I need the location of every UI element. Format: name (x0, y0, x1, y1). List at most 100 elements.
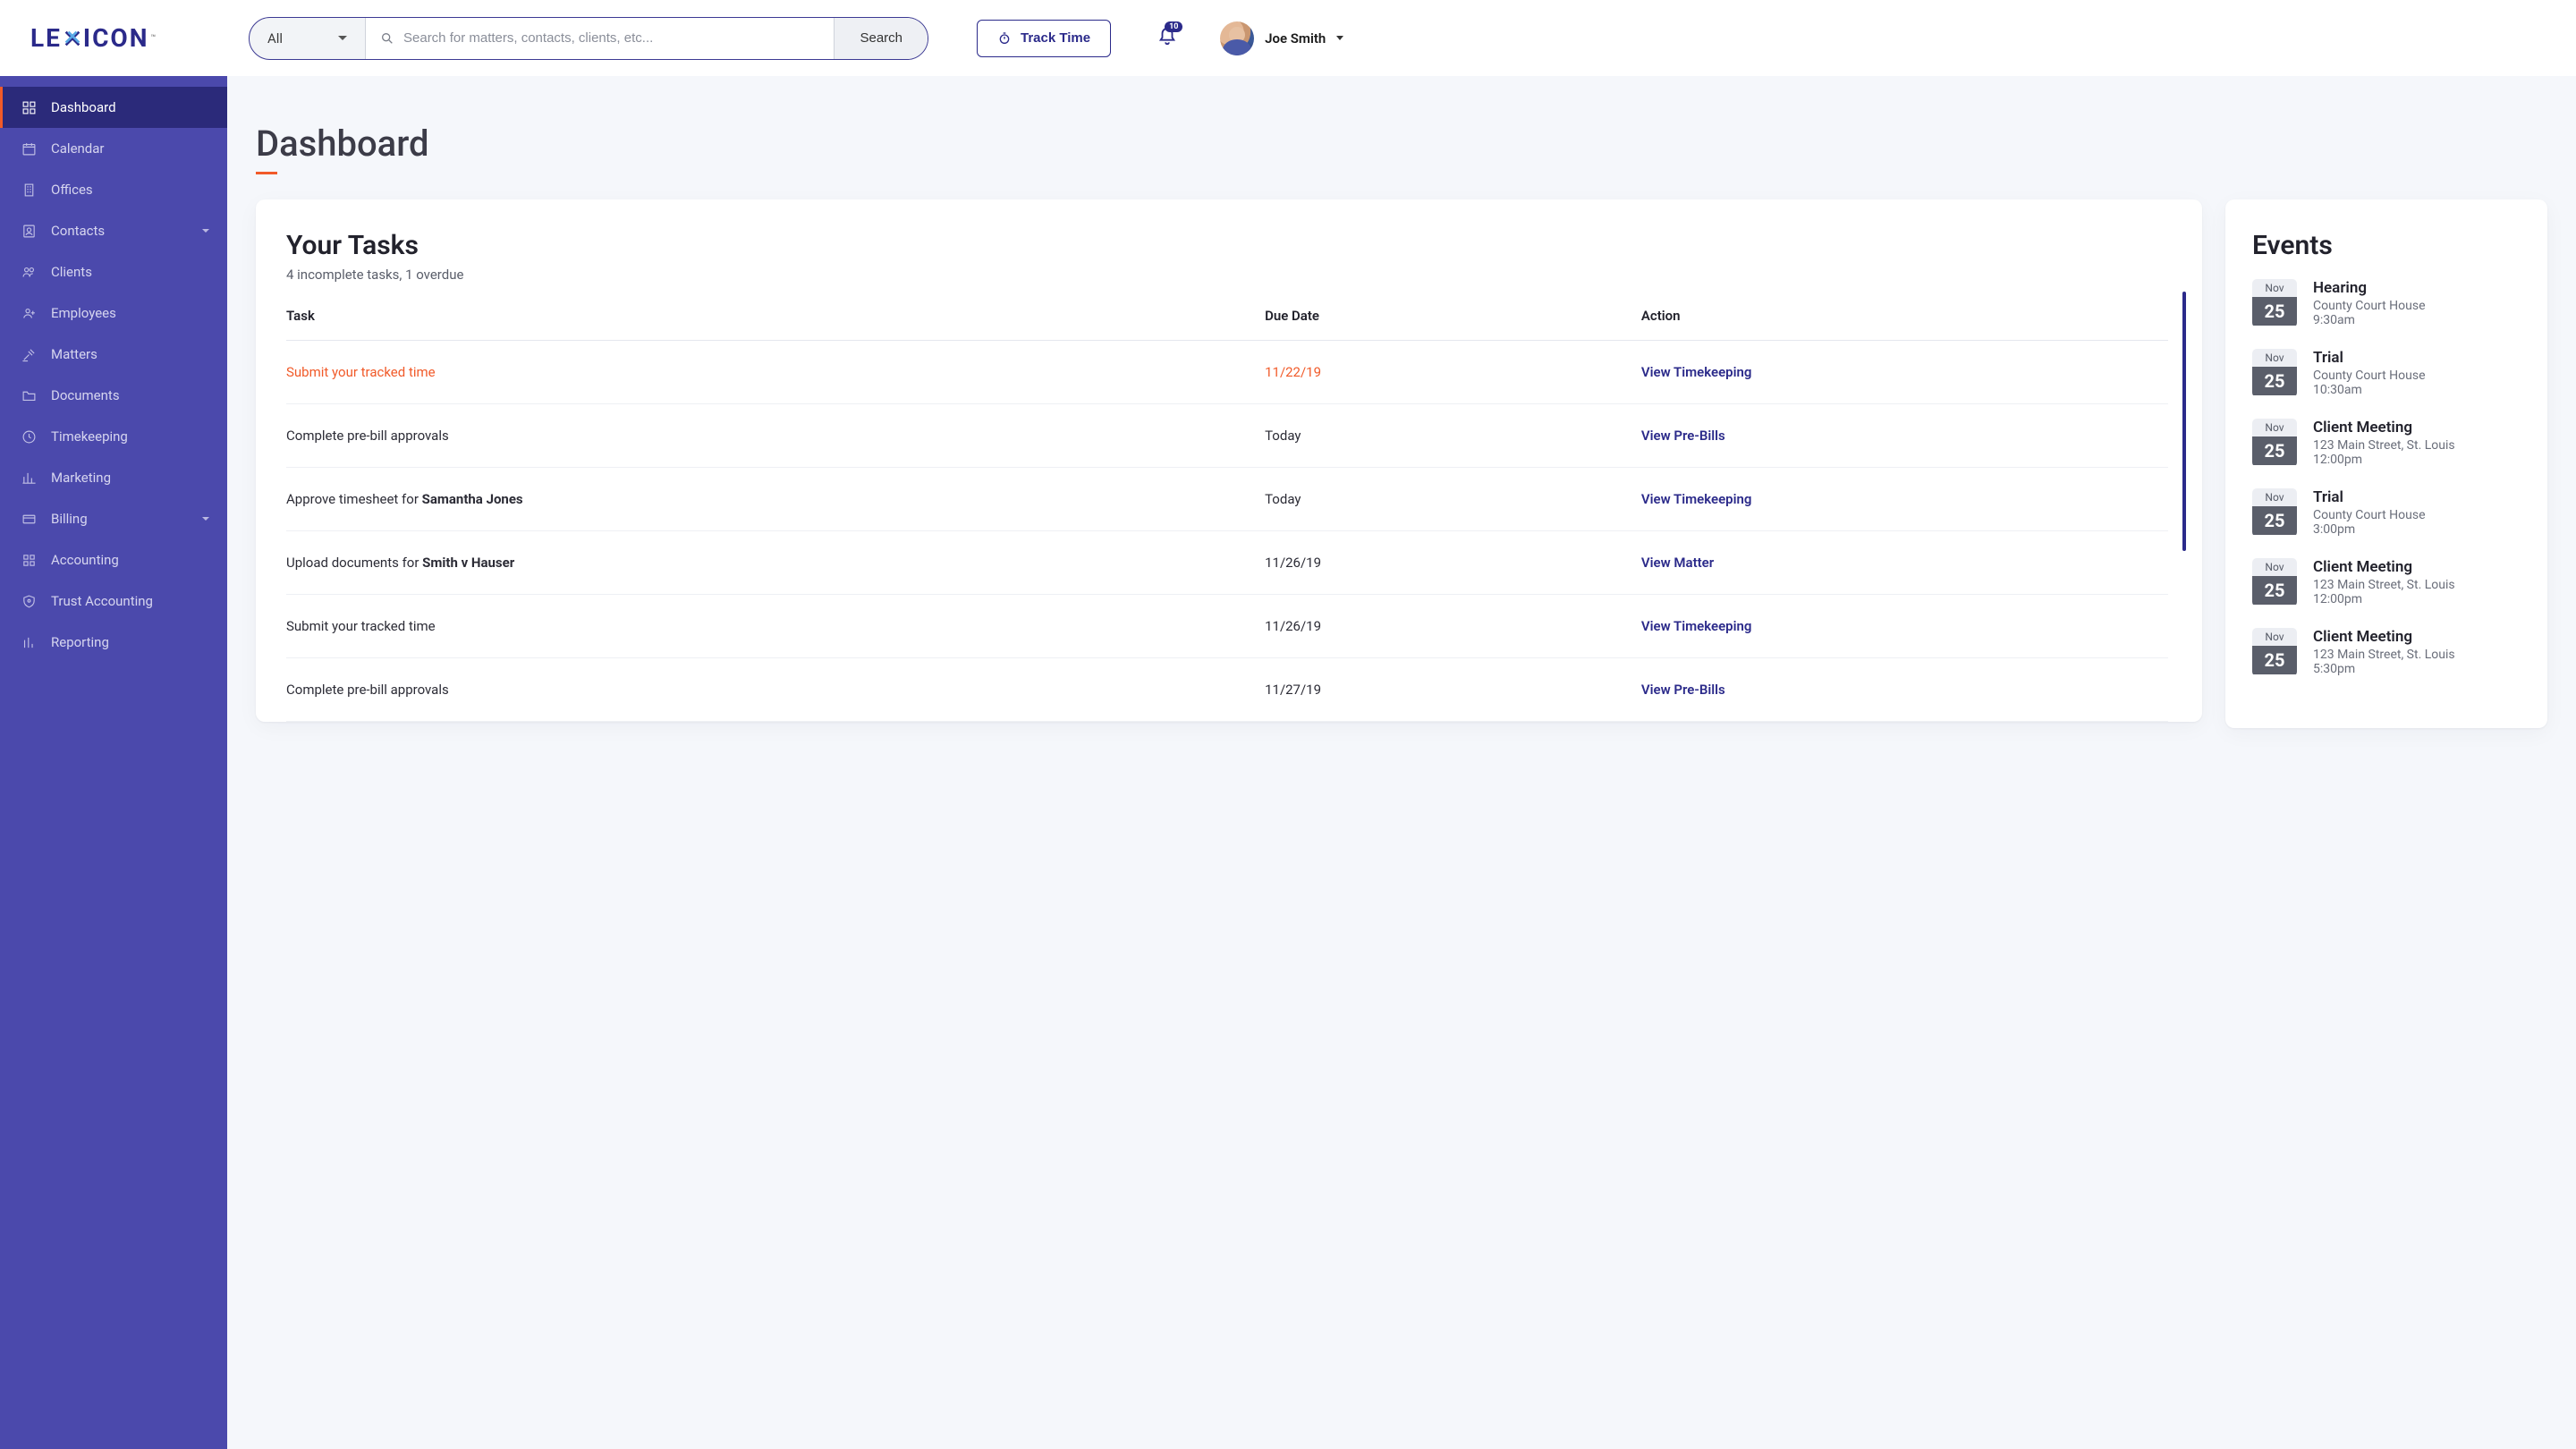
search-input-wrap (366, 18, 834, 59)
date-chip: Nov25 (2252, 558, 2297, 606)
event-item[interactable]: Nov25TrialCounty Court House10:30am (2252, 349, 2521, 397)
task-name: Upload documents for Smith v Hauser (286, 531, 1265, 595)
event-item[interactable]: Nov25TrialCounty Court House3:00pm (2252, 488, 2521, 537)
date-month: Nov (2252, 279, 2297, 297)
event-location: 123 Main Street, St. Louis (2313, 438, 2455, 453)
task-due: Today (1265, 404, 1641, 468)
user-name: Joe Smith (1265, 30, 1326, 47)
search-button[interactable]: Search (834, 18, 928, 59)
task-action-link[interactable]: View Timekeeping (1641, 618, 1752, 634)
events-title: Events (2252, 230, 2521, 279)
task-name: Submit your tracked time (286, 341, 1265, 404)
sidebar-item-label: Accounting (51, 552, 119, 568)
task-action-link[interactable]: View Timekeeping (1641, 364, 1752, 380)
event-title: Trial (2313, 349, 2426, 367)
tasks-scroll[interactable]: Task Due Date Action Submit your tracked… (256, 292, 2202, 722)
sidebar-item-matters[interactable]: Matters (0, 334, 227, 375)
sidebar-item-documents[interactable]: Documents (0, 375, 227, 416)
task-action: View Timekeeping (1641, 595, 2168, 658)
logo-x-icon (63, 29, 82, 48)
task-action-link[interactable]: View Matter (1641, 555, 1714, 571)
event-item[interactable]: Nov25 Client Meeting 123 Main Street, St. … (2252, 558, 2521, 606)
table-row: Submit your tracked time11/22/19View Tim… (286, 341, 2168, 404)
shield-icon (21, 594, 37, 609)
tasks-card: Your Tasks 4 incomplete tasks, 1 overdue… (256, 199, 2202, 722)
sidebar-item-label: Matters (51, 346, 97, 362)
sidebar-item-calendar[interactable]: Calendar (0, 128, 227, 169)
task-action: View Matter (1641, 531, 2168, 595)
event-item[interactable]: Nov25 Client Meeting 123 Main Street, St. … (2252, 628, 2521, 676)
event-info: Client Meeting 123 Main Street, St. Louis… (2313, 558, 2455, 606)
notifications-button[interactable]: 10 (1157, 27, 1177, 50)
date-month: Nov (2252, 628, 2297, 646)
event-time: 9:30am (2313, 313, 2426, 327)
events-card: Events Nov25HearingCounty Court House9:3… (2225, 199, 2547, 728)
event-location: 123 Main Street, St. Louis (2313, 648, 2455, 662)
event-item[interactable]: Nov25HearingCounty Court House9:30am (2252, 279, 2521, 327)
task-action-link[interactable]: View Pre-Bills (1641, 428, 1725, 444)
task-action-link[interactable]: View Timekeeping (1641, 491, 1752, 507)
date-day: 25 (2252, 646, 2297, 674)
task-action-link[interactable]: View Pre-Bills (1641, 682, 1725, 698)
event-time: 10:30am (2313, 383, 2426, 397)
search-input[interactable] (403, 30, 819, 46)
date-chip: Nov25 (2252, 419, 2297, 467)
event-title: Trial (2313, 488, 2426, 506)
table-row: Approve timesheet for Samantha JonesToda… (286, 468, 2168, 531)
event-info: Client Meeting123 Main Street, St. Louis… (2313, 419, 2455, 467)
sidebar-item-label: Employees (51, 305, 116, 321)
page-title: Dashboard (256, 123, 2547, 165)
sidebar-item-reporting[interactable]: Reporting (0, 622, 227, 663)
sidebar-item-contacts[interactable]: Contacts (0, 210, 227, 251)
sidebar-item-trust-accounting[interactable]: Trust Accounting (0, 580, 227, 622)
sidebar-item-dashboard[interactable]: Dashboard (0, 87, 227, 128)
building-icon (21, 182, 37, 198)
task-due: 11/26/19 (1265, 595, 1641, 658)
event-location: County Court House (2313, 299, 2426, 313)
search-filter-dropdown[interactable]: All (250, 18, 366, 59)
date-day: 25 (2252, 576, 2297, 605)
date-month: Nov (2252, 419, 2297, 436)
track-time-button[interactable]: Track Time (977, 20, 1111, 57)
date-chip: Nov25 (2252, 349, 2297, 397)
calendar-icon (21, 141, 37, 157)
event-location: County Court House (2313, 508, 2426, 522)
event-time: 5:30pm (2313, 662, 2455, 676)
task-action: View Pre-Bills (1641, 658, 2168, 722)
sidebar-item-label: Clients (51, 264, 92, 280)
sidebar-item-label: Marketing (51, 470, 111, 486)
task-action: View Pre-Bills (1641, 404, 2168, 468)
tasks-subtitle: 4 incomplete tasks, 1 overdue (256, 267, 2202, 292)
event-title: Client Meeting (2313, 628, 2455, 646)
sidebar-item-offices[interactable]: Offices (0, 169, 227, 210)
sidebar: DashboardCalendarOfficesContacts Clients E… (0, 76, 227, 1449)
main-content: Dashboard Your Tasks 4 incomplete tasks,… (227, 76, 2576, 1449)
sidebar-item-timekeeping[interactable]: Timekeeping (0, 416, 227, 457)
sidebar-item-employees[interactable]: Employees (0, 292, 227, 334)
date-chip: Nov25 (2252, 628, 2297, 676)
chart-icon (21, 470, 37, 486)
date-month: Nov (2252, 488, 2297, 506)
sidebar-item-label: Timekeeping (51, 428, 128, 445)
tiles-icon (21, 553, 37, 568)
event-item[interactable]: Nov25 Client Meeting123 Main Street, St. … (2252, 419, 2521, 467)
task-name: Submit your tracked time (286, 595, 1265, 658)
user-menu[interactable]: Joe Smith (1220, 21, 1343, 55)
search-filter-label: All (267, 30, 283, 47)
brand-logo[interactable]: LE ICON™ (30, 23, 157, 53)
sidebar-item-accounting[interactable]: Accounting (0, 539, 227, 580)
person-plus-icon (21, 306, 37, 321)
event-time: 12:00pm (2313, 592, 2455, 606)
sidebar-item-marketing[interactable]: Marketing (0, 457, 227, 498)
event-location: 123 Main Street, St. Louis (2313, 578, 2455, 592)
date-chip: Nov25 (2252, 279, 2297, 327)
sidebar-item-clients[interactable]: Clients (0, 251, 227, 292)
task-due: Today (1265, 468, 1641, 531)
event-title: Client Meeting (2313, 558, 2455, 576)
card-icon (21, 512, 37, 527)
gavel-icon (21, 347, 37, 362)
col-header-action: Action (1641, 292, 2168, 341)
chevron-down-icon (338, 36, 347, 40)
task-name: Approve timesheet for Samantha Jones (286, 468, 1265, 531)
sidebar-item-billing[interactable]: Billing (0, 498, 227, 539)
